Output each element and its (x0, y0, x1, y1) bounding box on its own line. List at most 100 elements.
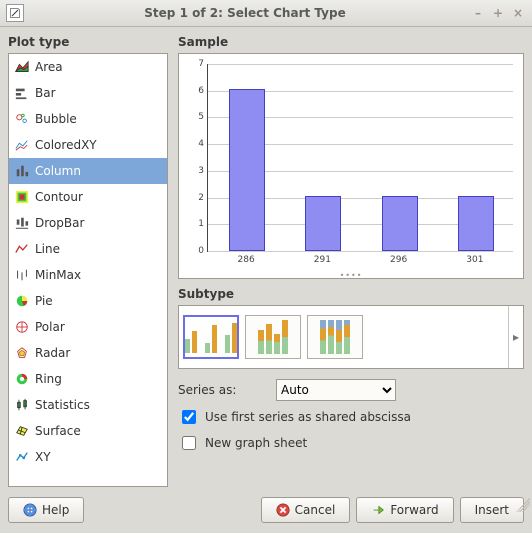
splitter-handle[interactable]: •••• (340, 271, 363, 280)
y-tick: 3 (198, 166, 204, 176)
chart-bar (458, 196, 494, 251)
plot-type-item-label: ColoredXY (35, 138, 97, 152)
y-tick: 4 (198, 139, 204, 149)
ring-icon (15, 372, 29, 386)
y-tick: 7 (198, 59, 204, 69)
contour-icon (15, 190, 29, 204)
use-first-series-label[interactable]: Use first series as shared abscissa (205, 410, 411, 424)
y-tick: 5 (198, 112, 204, 122)
plot-type-list[interactable]: Area Bar Bubble ColoredXY Column Contour DropB… (8, 53, 168, 487)
plot-type-item-line[interactable]: Line (9, 236, 167, 262)
plot-type-item-dropbar[interactable]: DropBar (9, 210, 167, 236)
x-tick: 291 (314, 255, 331, 265)
subtype-title: Subtype (178, 287, 524, 301)
plot-type-item-bar[interactable]: Bar (9, 80, 167, 106)
plot-type-item-bubble[interactable]: Bubble (9, 106, 167, 132)
help-button-label: Help (42, 503, 69, 517)
cancel-button[interactable]: Cancel (261, 497, 351, 523)
titlebar: Step 1 of 2: Select Chart Type – + × (0, 0, 532, 27)
plot-type-item-area[interactable]: Area (9, 54, 167, 80)
forward-button-label: Forward (390, 503, 438, 517)
plot-type-item-polar[interactable]: Polar (9, 314, 167, 340)
statistics-icon (15, 398, 29, 412)
plot-type-item-label: XY (35, 450, 51, 464)
new-graph-sheet-checkbox[interactable] (182, 436, 196, 450)
plot-type-item-label: MinMax (35, 268, 81, 282)
help-button[interactable]: Help (8, 497, 84, 523)
plot-type-item-label: Line (35, 242, 60, 256)
plot-type-item-radar[interactable]: Radar (9, 340, 167, 366)
coloredxy-icon (15, 138, 29, 152)
plot-type-item-column[interactable]: Column (9, 158, 167, 184)
chart-bar (229, 89, 265, 251)
plot-type-item-label: Polar (35, 320, 65, 334)
x-tick: 296 (390, 255, 407, 265)
x-tick: 286 (238, 255, 255, 265)
bar-icon (15, 86, 29, 100)
x-tick: 301 (466, 255, 483, 265)
plot-type-item-label: Surface (35, 424, 81, 438)
plot-type-item-ring[interactable]: Ring (9, 366, 167, 392)
chart-bar (382, 196, 418, 251)
xy-icon (15, 450, 29, 464)
plot-type-item-label: Statistics (35, 398, 90, 412)
y-tick: 1 (198, 219, 204, 229)
plot-type-item-label: Ring (35, 372, 62, 386)
plot-type-item-label: Area (35, 60, 63, 74)
new-graph-sheet-label[interactable]: New graph sheet (205, 436, 307, 450)
surface-icon (15, 424, 29, 438)
plot-type-item-xy[interactable]: XY (9, 444, 167, 470)
plot-type-item-label: Radar (35, 346, 70, 360)
series-as-combo[interactable]: Auto (276, 379, 396, 401)
plot-type-item-label: Bubble (35, 112, 77, 126)
maximize-button[interactable]: + (490, 5, 506, 21)
button-bar: Help Cancel Forward Insert (0, 491, 532, 533)
area-icon (15, 60, 29, 74)
radar-icon (15, 346, 29, 360)
y-tick: 0 (198, 246, 204, 256)
column-icon (15, 164, 29, 178)
plot-type-item-label: Pie (35, 294, 53, 308)
plot-type-item-surface[interactable]: Surface (9, 418, 167, 444)
plot-type-item-label: DropBar (35, 216, 84, 230)
cancel-button-label: Cancel (295, 503, 336, 517)
bubble-icon (15, 112, 29, 126)
plot-type-item-label: Column (35, 164, 81, 178)
subtype-thumb-stacked[interactable] (245, 315, 301, 359)
plot-type-item-minmax[interactable]: MinMax (9, 262, 167, 288)
chart-bar (305, 196, 341, 251)
plot-type-item-contour[interactable]: Contour (9, 184, 167, 210)
cancel-icon (276, 503, 290, 517)
window-title: Step 1 of 2: Select Chart Type (24, 6, 466, 20)
polar-icon (15, 320, 29, 334)
sample-preview: 0 1 2 3 4 5 6 7 286 291 296 301 •••• (178, 53, 524, 279)
close-button[interactable]: × (510, 5, 526, 21)
plot-type-item-coloredxy[interactable]: ColoredXY (9, 132, 167, 158)
sample-title: Sample (178, 35, 524, 49)
minmax-icon (15, 268, 29, 282)
plot-type-item-statistics[interactable]: Statistics (9, 392, 167, 418)
app-icon (6, 4, 24, 22)
subtype-scroll-right[interactable]: ▸ (508, 306, 523, 368)
y-tick: 6 (198, 86, 204, 96)
line-icon (15, 242, 29, 256)
series-as-label: Series as: (178, 383, 266, 397)
forward-button[interactable]: Forward (356, 497, 453, 523)
insert-button-label: Insert (475, 503, 509, 517)
y-tick: 2 (198, 193, 204, 203)
plot-type-item-label: Contour (35, 190, 83, 204)
plot-type-title: Plot type (8, 35, 168, 49)
subtype-row: ▸ (178, 305, 524, 369)
insert-button[interactable]: Insert (460, 497, 524, 523)
use-first-series-checkbox[interactable] (182, 410, 196, 424)
resize-grip[interactable] (516, 498, 530, 512)
plot-type-item-label: Bar (35, 86, 56, 100)
help-icon (23, 503, 37, 517)
forward-icon (371, 503, 385, 517)
subtype-thumb-percentage[interactable] (307, 315, 363, 359)
minimize-button[interactable]: – (470, 5, 486, 21)
dropbar-icon (15, 216, 29, 230)
plot-type-item-pie[interactable]: Pie (9, 288, 167, 314)
subtype-thumb-side-by-side[interactable] (183, 315, 239, 359)
pie-icon (15, 294, 29, 308)
